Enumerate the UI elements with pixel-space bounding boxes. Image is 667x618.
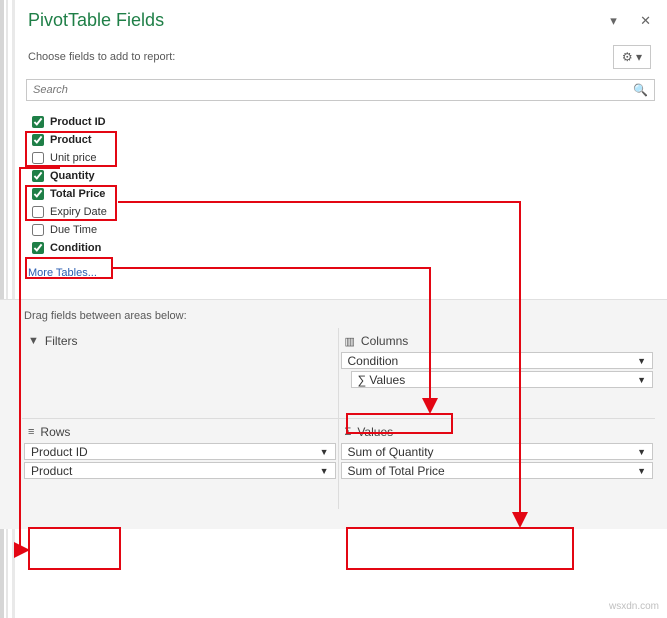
areas-instruction: Drag fields between areas below: — [0, 299, 667, 328]
field-item[interactable]: Product ID — [26, 113, 655, 131]
filters-area[interactable]: ▼ Filters — [22, 328, 339, 419]
more-tables-link[interactable]: More Tables... — [22, 257, 667, 279]
field-item[interactable]: Due Time — [26, 221, 655, 239]
search-field[interactable]: 🔍 — [26, 79, 655, 101]
area-field-chip[interactable]: Sum of Total Price ▼ — [341, 462, 654, 479]
chip-label: Product ID — [31, 445, 88, 459]
field-checkbox[interactable] — [32, 134, 44, 146]
area-field-chip[interactable]: Sum of Quantity ▼ — [341, 443, 654, 460]
field-label: Condition — [50, 242, 101, 254]
field-checkbox[interactable] — [32, 206, 44, 218]
chip-label: Condition — [348, 354, 399, 368]
values-icon: Σ — [345, 426, 352, 438]
chip-label: ∑ Values — [358, 373, 406, 387]
field-item[interactable]: Product — [26, 131, 655, 149]
tools-button[interactable]: ⚙ ▾ — [613, 45, 651, 69]
chip-dropdown-icon[interactable]: ▼ — [320, 447, 329, 457]
chip-dropdown-icon[interactable]: ▼ — [637, 375, 646, 385]
field-item[interactable]: Expiry Date — [26, 203, 655, 221]
field-label: Expiry Date — [50, 206, 107, 218]
field-checkbox[interactable] — [32, 188, 44, 200]
chip-label: Product — [31, 464, 72, 478]
filters-title: Filters — [45, 334, 78, 348]
field-label: Total Price — [50, 188, 105, 200]
rows-title: Rows — [40, 425, 70, 439]
values-area[interactable]: ΣValues Sum of Quantity▼Sum of Total Pri… — [339, 419, 656, 509]
field-checkbox[interactable] — [32, 242, 44, 254]
columns-title: Columns — [361, 334, 408, 348]
area-field-chip[interactable]: Condition ▼ — [341, 352, 654, 369]
filter-icon: ▼ — [28, 335, 39, 347]
chip-dropdown-icon[interactable]: ▼ — [320, 466, 329, 476]
search-icon: 🔍 — [633, 83, 648, 97]
area-field-chip[interactable]: Product ID ▼ — [24, 443, 336, 460]
columns-area[interactable]: ▥ Columns Condition ▼ ∑ Values ▼ — [339, 328, 656, 419]
menu-dropdown-icon[interactable]: ▾ — [610, 13, 617, 28]
chip-dropdown-icon[interactable]: ▼ — [637, 356, 646, 366]
area-field-chip[interactable]: ∑ Values ▼ — [351, 371, 654, 388]
search-input[interactable] — [33, 84, 633, 96]
field-label: Product ID — [50, 116, 106, 128]
chip-label: Sum of Quantity — [348, 445, 434, 459]
columns-icon: ▥ — [345, 335, 355, 348]
field-label: Quantity — [50, 170, 95, 182]
area-field-chip[interactable]: Product ▼ — [24, 462, 336, 479]
field-label: Unit price — [50, 152, 96, 164]
field-item[interactable]: Quantity — [26, 167, 655, 185]
field-item[interactable]: Unit price — [26, 149, 655, 167]
chip-label: Sum of Total Price — [348, 464, 445, 478]
field-label: Product — [50, 134, 92, 146]
rows-area[interactable]: ≡ Rows Product ID ▼ Product ▼ — [22, 419, 339, 509]
field-checkbox[interactable] — [32, 170, 44, 182]
gear-icon: ⚙ — [622, 50, 633, 64]
chip-dropdown-icon[interactable]: ▼ — [637, 466, 646, 476]
field-label: Due Time — [50, 224, 97, 236]
chip-dropdown-icon[interactable]: ▼ — [637, 447, 646, 457]
field-item[interactable]: Condition — [26, 239, 655, 257]
panel-subtitle: Choose fields to add to report: — [28, 51, 175, 63]
field-checkbox[interactable] — [32, 152, 44, 164]
field-checkbox[interactable] — [32, 224, 44, 236]
watermark: wsxdn.com — [609, 601, 659, 612]
rows-icon: ≡ — [28, 426, 34, 438]
field-checkbox[interactable] — [32, 116, 44, 128]
field-item[interactable]: Total Price — [26, 185, 655, 203]
values-title: Values — [357, 425, 393, 439]
chevron-down-icon: ▾ — [636, 50, 642, 64]
panel-title: PivotTable Fields — [28, 10, 164, 31]
close-icon[interactable]: ✕ — [640, 13, 651, 28]
